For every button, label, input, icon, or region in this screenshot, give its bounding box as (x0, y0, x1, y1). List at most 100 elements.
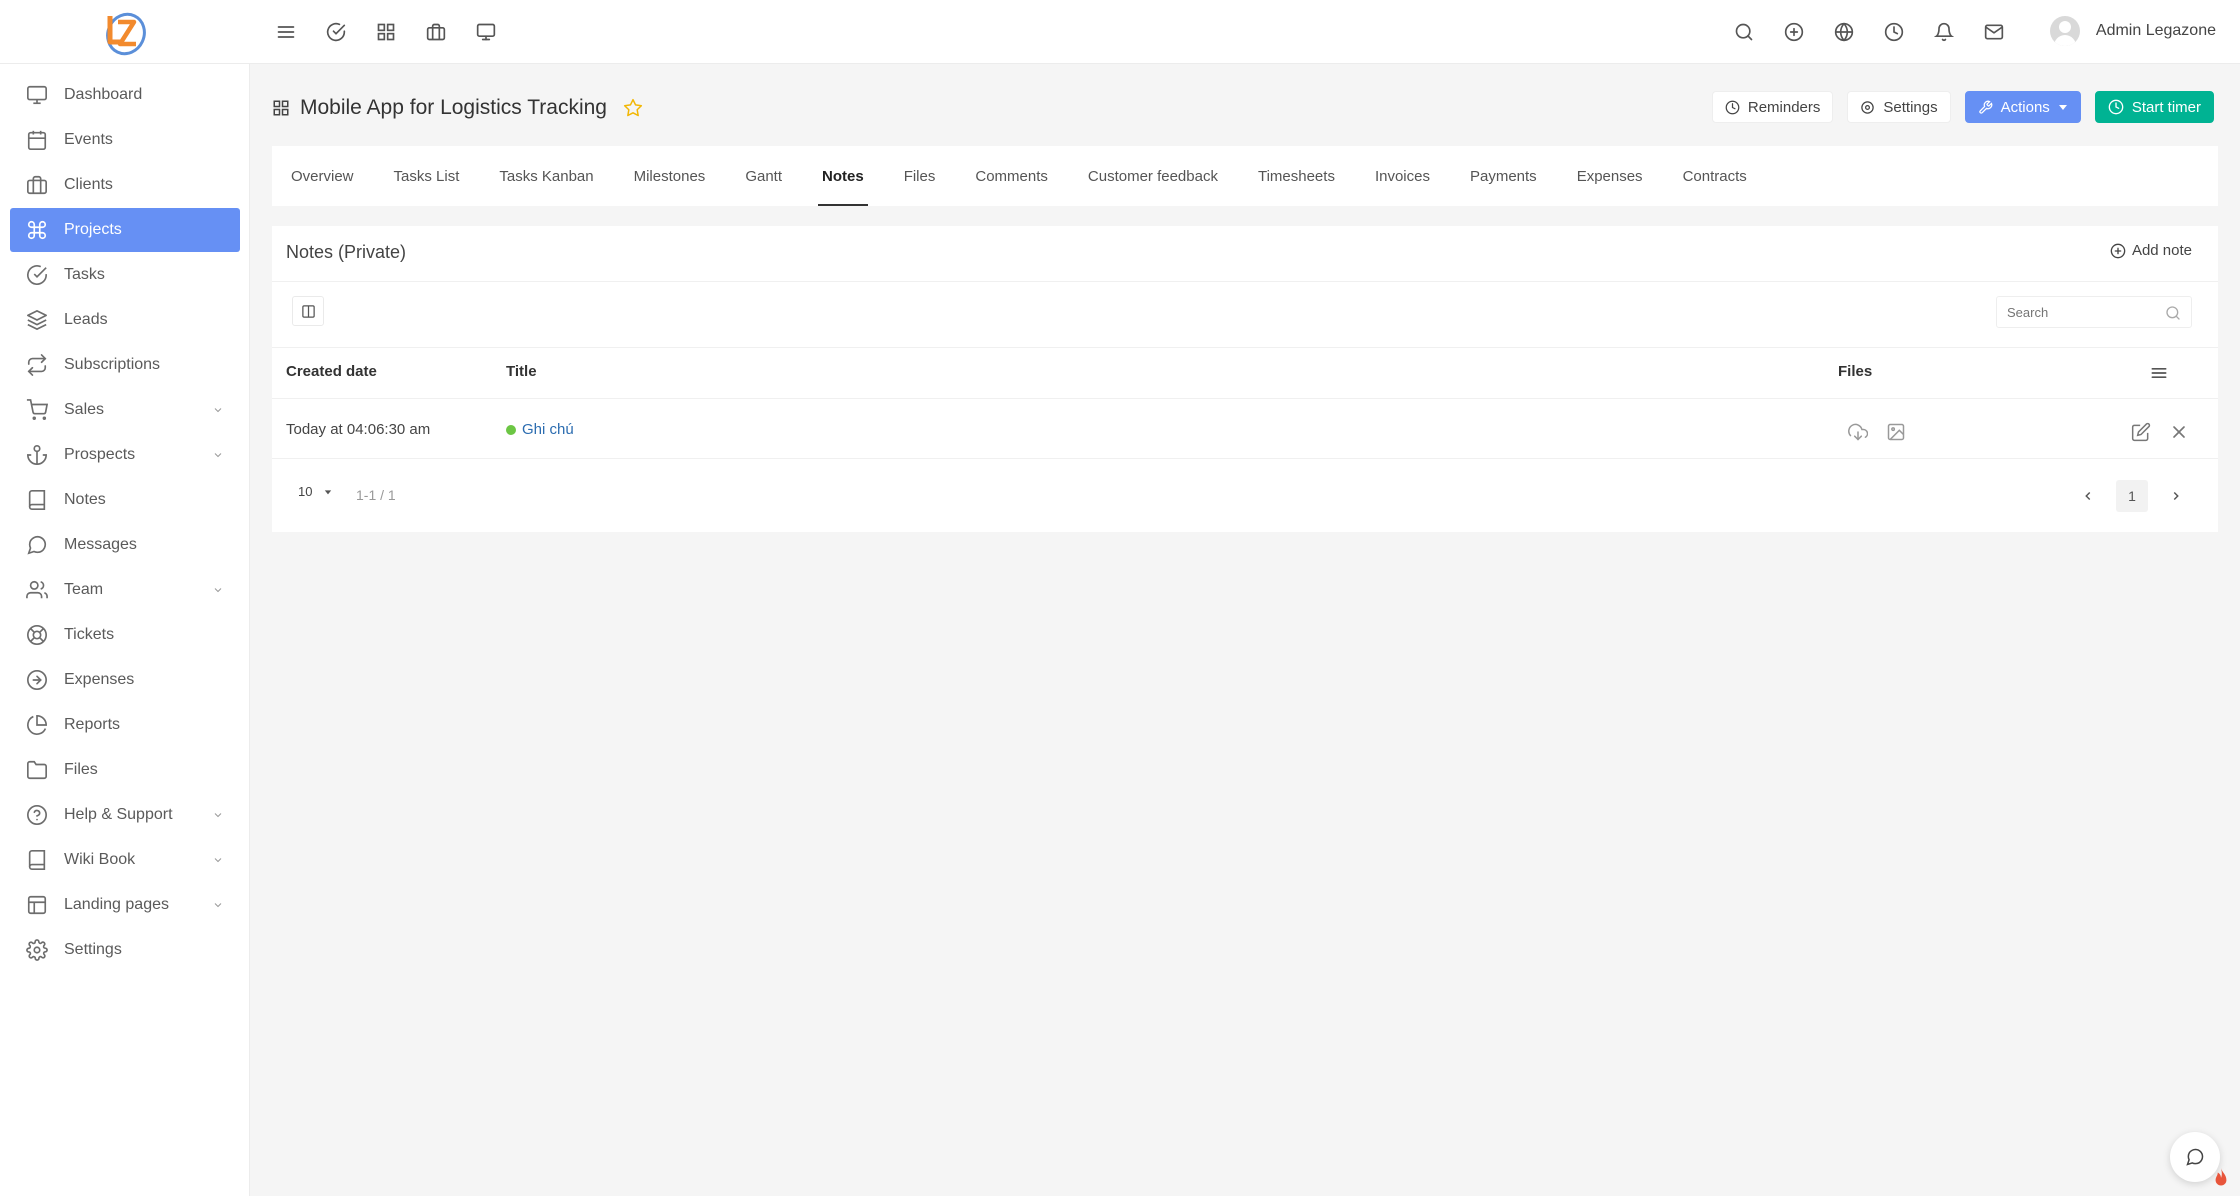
sidebar-item-wiki-book[interactable]: Wiki Book (10, 838, 240, 882)
sidebar-item-tickets[interactable]: Tickets (10, 613, 240, 657)
notes-card: Notes (Private) Add note Created date Ti… (272, 226, 2218, 532)
column-header-title[interactable]: Title (506, 363, 537, 380)
sidebar-item-subscriptions[interactable]: Subscriptions (10, 343, 240, 387)
chevron-down-icon (214, 408, 222, 413)
users-icon (26, 580, 48, 599)
page-number-button[interactable]: 1 (2116, 480, 2148, 512)
sidebar-item-dashboard[interactable]: Dashboard (10, 73, 240, 117)
sidebar-item-notes[interactable]: Notes (10, 478, 240, 522)
cloud-download-icon[interactable] (1848, 422, 1868, 442)
caret-down-icon (325, 489, 332, 494)
arrow-circle-icon (27, 670, 47, 690)
command-icon (27, 220, 47, 240)
bell-icon[interactable] (1928, 16, 1960, 48)
sidebar-item-events[interactable]: Events (10, 118, 240, 162)
tab-invoices[interactable]: Invoices (1375, 146, 1430, 206)
sidebar-item-prospects[interactable]: Prospects (10, 433, 240, 477)
grid-icon[interactable] (370, 16, 402, 48)
sidebar-item-settings[interactable]: Settings (10, 928, 240, 972)
sidebar-item-label: Notes (64, 491, 106, 508)
sidebar: Dashboard Events Clients Projects Tasks … (0, 64, 250, 1196)
tab-expenses[interactable]: Expenses (1577, 146, 1643, 206)
tab-tasks-list[interactable]: Tasks List (394, 146, 460, 206)
next-page-button[interactable] (2160, 480, 2192, 512)
sidebar-item-label: Projects (64, 221, 122, 238)
sidebar-item-files[interactable]: Files (10, 748, 240, 792)
sidebar-item-tasks[interactable]: Tasks (10, 253, 240, 297)
monitor-icon[interactable] (470, 16, 502, 48)
check-circle-icon[interactable] (320, 16, 352, 48)
tab-tasks-kanban[interactable]: Tasks Kanban (499, 146, 593, 206)
note-title: Ghi chú (522, 421, 574, 438)
column-header-files[interactable]: Files (1838, 363, 1872, 380)
sidebar-item-landing-pages[interactable]: Landing pages (10, 883, 240, 927)
clock-icon (1725, 100, 1740, 114)
tab-customer-feedback[interactable]: Customer feedback (1088, 146, 1218, 206)
sidebar-item-leads[interactable]: Leads (10, 298, 240, 342)
sidebar-item-label: Wiki Book (64, 851, 136, 868)
column-visibility-button[interactable] (292, 296, 324, 326)
mail-icon[interactable] (1978, 16, 2010, 48)
sidebar-item-label: Team (64, 581, 104, 598)
tab-payments[interactable]: Payments (1470, 146, 1537, 206)
search-box (1996, 296, 2192, 328)
sidebar-item-help-support[interactable]: Help & Support (10, 793, 240, 837)
user-name: Admin Legazone (2095, 22, 2216, 39)
actions-button[interactable]: Actions (1964, 91, 2081, 123)
page-size-select[interactable]: 10 (298, 484, 332, 499)
sidebar-item-expenses[interactable]: Expenses (10, 658, 240, 702)
layout-icon (27, 895, 47, 915)
column-header-created-date[interactable]: Created date (286, 363, 377, 380)
clock-icon[interactable] (1878, 16, 1910, 48)
sidebar-item-projects[interactable]: Projects (10, 208, 240, 252)
search-input[interactable] (2007, 304, 2157, 320)
globe-icon[interactable] (1828, 16, 1860, 48)
plus-circle-icon[interactable] (1778, 16, 1810, 48)
reminders-button[interactable]: Reminders (1711, 91, 1834, 123)
message-icon (27, 535, 47, 555)
divider (272, 458, 2218, 459)
sidebar-item-label: Settings (64, 941, 122, 958)
briefcase-icon (27, 175, 47, 195)
search-icon[interactable] (1728, 16, 1760, 48)
sidebar-item-clients[interactable]: Clients (10, 163, 240, 207)
column-menu-icon[interactable] (2149, 363, 2169, 383)
avatar (2049, 16, 2080, 46)
start-timer-button[interactable]: Start timer (2094, 91, 2214, 123)
user-menu[interactable]: Admin Legazone (2049, 16, 2216, 46)
sidebar-item-team[interactable]: Team (10, 568, 240, 612)
menu-icon[interactable] (270, 16, 302, 48)
sidebar-item-label: Files (64, 761, 98, 778)
edit-icon[interactable] (2131, 422, 2151, 442)
repeat-icon (27, 354, 47, 376)
delete-icon[interactable] (2169, 422, 2189, 442)
sidebar-item-reports[interactable]: Reports (10, 703, 240, 747)
brand-logo[interactable] (96, 6, 152, 58)
chevron-down-icon (214, 858, 222, 863)
pagination: 1 (2072, 480, 2192, 512)
monitor-icon (27, 85, 47, 105)
tab-contracts[interactable]: Contracts (1683, 146, 1747, 206)
sidebar-item-sales[interactable]: Sales (10, 388, 240, 432)
tab-files[interactable]: Files (904, 146, 936, 206)
start-timer-label: Start timer (2131, 98, 2201, 116)
reminders-label: Reminders (1747, 98, 1821, 116)
sidebar-item-messages[interactable]: Messages (10, 523, 240, 567)
image-icon[interactable] (1886, 422, 1906, 442)
briefcase-icon[interactable] (420, 16, 452, 48)
settings-button[interactable]: Settings (1847, 91, 1951, 123)
tab-gantt[interactable]: Gantt (745, 146, 782, 206)
tab-comments[interactable]: Comments (975, 146, 1048, 206)
tab-overview[interactable]: Overview (291, 146, 354, 206)
actions-label: Actions (2000, 98, 2050, 116)
tab-milestones[interactable]: Milestones (634, 146, 706, 206)
page-size-value: 10 (298, 484, 313, 499)
anchor-icon (27, 445, 47, 465)
tab-notes[interactable]: Notes (818, 146, 868, 206)
star-icon[interactable] (623, 98, 643, 118)
chevron-down-icon (214, 453, 222, 458)
add-note-button[interactable]: Add note (2110, 242, 2192, 259)
previous-page-button[interactable] (2072, 480, 2104, 512)
note-title-link[interactable]: Ghi chú (506, 421, 574, 438)
tab-timesheets[interactable]: Timesheets (1258, 146, 1335, 206)
